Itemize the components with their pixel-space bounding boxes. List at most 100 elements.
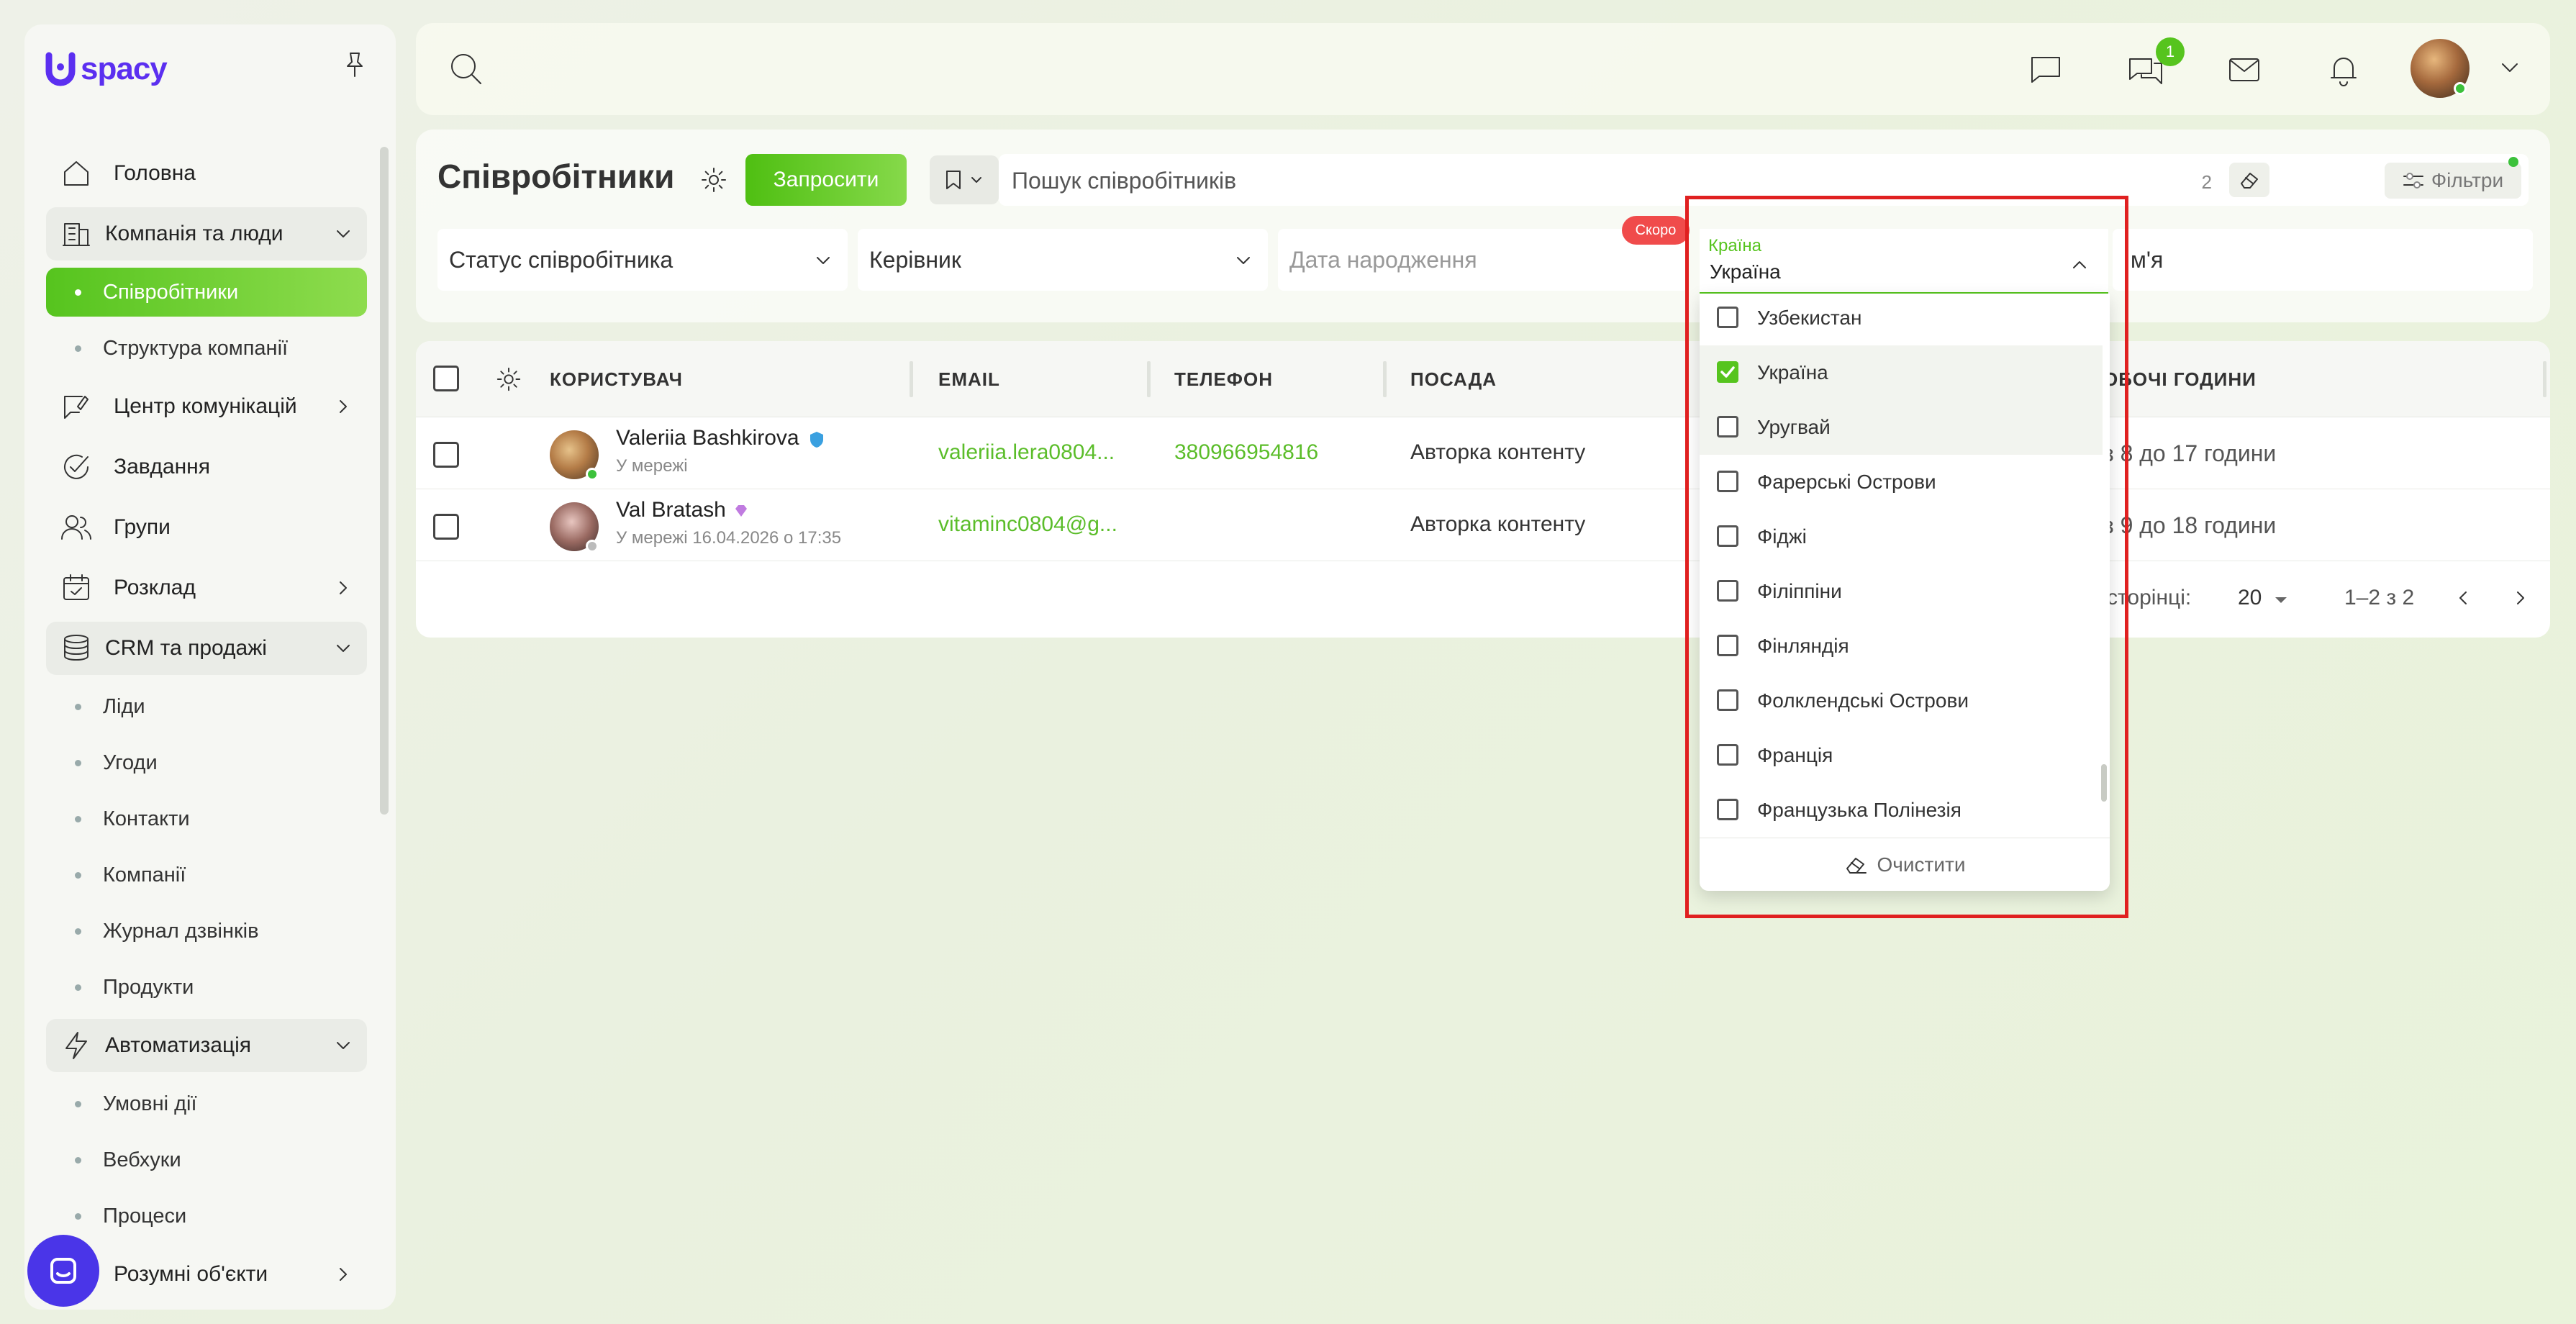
sidebar-item-tasks[interactable]: Завдання [46,440,367,494]
caret-down-icon[interactable] [2272,594,2290,606]
sidebar-item-label: Головна [114,161,196,185]
highlight-frame [1685,196,2128,918]
manager-filter[interactable]: Керівник [858,229,1268,291]
sidebar-item-employees[interactable]: Співробітники [46,268,367,317]
status-filter[interactable]: Статус співробітника [437,229,848,291]
row-checkbox[interactable] [433,442,459,468]
user-name[interactable]: Valeriia Bashkirova [616,426,799,450]
chevron-down-icon [332,1035,354,1056]
sidebar-item-processes[interactable]: Процеси [46,1192,367,1241]
column-header-position[interactable]: ПОСАДА [1410,368,1497,391]
soon-badge: Скоро [1622,216,1690,245]
table-row[interactable]: Valeriia Bashkirova У мережі valeriia.le… [416,417,2550,489]
sidebar-item-company-structure[interactable]: Структура компанії [46,324,367,373]
saved-filters-button[interactable] [930,155,999,204]
column-separator[interactable] [1147,361,1151,397]
sidebar-item-label: Розклад [114,576,196,599]
filters-button[interactable]: Фільтри [2385,157,2521,199]
sidebar-item-automation[interactable]: Автоматизація [46,1019,367,1072]
logo-text: spacy [81,51,168,86]
bell-icon[interactable] [2326,52,2362,88]
sidebar-item-label: Компанія та люди [105,222,284,245]
search-icon[interactable] [448,50,485,88]
sidebar-item-label: Процеси [103,1204,187,1228]
sidebar-item-webhooks[interactable]: Вебхуки [46,1135,367,1184]
support-chat-button[interactable] [27,1235,99,1307]
pin-icon[interactable] [343,50,367,79]
chevron-right-icon [332,577,354,599]
sidebar-item-groups[interactable]: Групи [46,501,367,554]
birthdate-filter-label: Дата народження [1289,246,1477,273]
mail-icon[interactable] [2226,52,2262,88]
rows-per-page-select[interactable]: 20 [2238,586,2262,610]
user-email[interactable]: valeriia.lera0804... [938,440,1115,465]
sidebar-item-companies[interactable]: Компанії [46,851,367,899]
column-header-user[interactable]: КОРИСТУВАЧ [550,368,683,391]
user-status: У мережі [616,456,688,476]
bullet-icon [75,815,81,822]
sidebar-item-label: Компанії [103,863,186,887]
sidebar-item-label: Завдання [114,455,210,479]
chevron-right-icon[interactable] [2510,587,2531,609]
users-icon [59,510,94,545]
sidebar-item-deals[interactable]: Угоди [46,738,367,787]
bullet-icon [75,703,81,710]
online-indicator [2454,82,2467,95]
sidebar-item-products[interactable]: Продукти [46,963,367,1012]
sidebar-item-label: Співробітники [103,280,239,304]
sidebar-item-contacts[interactable]: Контакти [46,794,367,843]
column-separator[interactable] [2543,361,2546,397]
eraser-icon[interactable] [2229,163,2269,197]
page-title: Співробітники [437,158,675,195]
chevron-down-icon [332,638,354,659]
select-all-checkbox[interactable] [433,366,459,391]
top-bar: 1 [416,23,2550,115]
user-position: Авторка контенту [1410,512,1586,536]
sidebar-nav: Головна Компанія та люди Співробітники С… [46,147,367,1308]
column-settings-gear-icon[interactable] [495,366,522,393]
sidebar-item-company-people[interactable]: Компанія та люди [46,207,367,260]
chevron-down-icon [332,223,354,245]
sidebar-item-schedule[interactable]: Розклад [46,561,367,615]
diamond-icon [735,505,747,517]
sidebar-item-communications[interactable]: Центр комунікацій [46,380,367,433]
invite-button[interactable]: Запросити [745,154,907,206]
user-phone[interactable]: 380966954816 [1174,440,1318,465]
user-name[interactable]: Val Bratash [616,498,726,522]
message-icon[interactable] [2028,52,2064,88]
user-status: У мережі 16.04.2026 о 17:35 [616,528,842,548]
search-placeholder: Пошук співробітників [1012,168,1237,194]
database-icon [59,631,94,666]
chat-edit-icon [59,389,94,424]
column-header-email[interactable]: EMAIL [938,368,1000,391]
table-row[interactable]: Val Bratash У мережі 16.04.2026 о 17:35 … [416,489,2550,561]
sidebar-scrollbar[interactable] [380,147,389,815]
user-position: Авторка контенту [1410,440,1586,464]
user-email[interactable]: vitaminc0804@g... [938,512,1117,537]
sidebar-item-label: Центр комунікацій [114,394,297,418]
column-separator[interactable] [1383,361,1387,397]
chevron-left-icon[interactable] [2452,587,2474,609]
sidebar-item-call-log[interactable]: Журнал дзвінків [46,907,367,956]
settings-gear-icon[interactable] [699,166,728,194]
sliders-icon [2403,173,2423,189]
calendar-icon [59,571,94,605]
logo[interactable]: spacy [45,47,168,91]
row-checkbox[interactable] [433,514,459,540]
column-separator[interactable] [910,361,913,397]
column-header-phone[interactable]: ТЕЛЕФОН [1174,368,1273,391]
online-indicator [586,468,599,481]
chevron-down-icon[interactable] [2495,53,2524,82]
sidebar-item-leads[interactable]: Ліди [46,682,367,731]
sidebar-item-conditional-actions[interactable]: Умовні дії [46,1079,367,1128]
filters-active-dot [2508,157,2518,167]
sidebar-item-crm[interactable]: CRM та продажі [46,622,367,675]
bullet-icon [75,345,81,352]
sidebar-item-home[interactable]: Головна [46,147,367,200]
home-icon [59,156,94,191]
chat-bubble-icon [50,1258,76,1284]
employees-table: КОРИСТУВАЧ EMAIL ТЕЛЕФОН ПОСАДА ОБОЧІ ГО… [416,341,2550,638]
name-filter[interactable]: Ім'я [2113,229,2533,291]
user-work-hours: з 9 до 18 години [2103,512,2277,538]
table-header: КОРИСТУВАЧ EMAIL ТЕЛЕФОН ПОСАДА ОБОЧІ ГО… [416,341,2550,417]
